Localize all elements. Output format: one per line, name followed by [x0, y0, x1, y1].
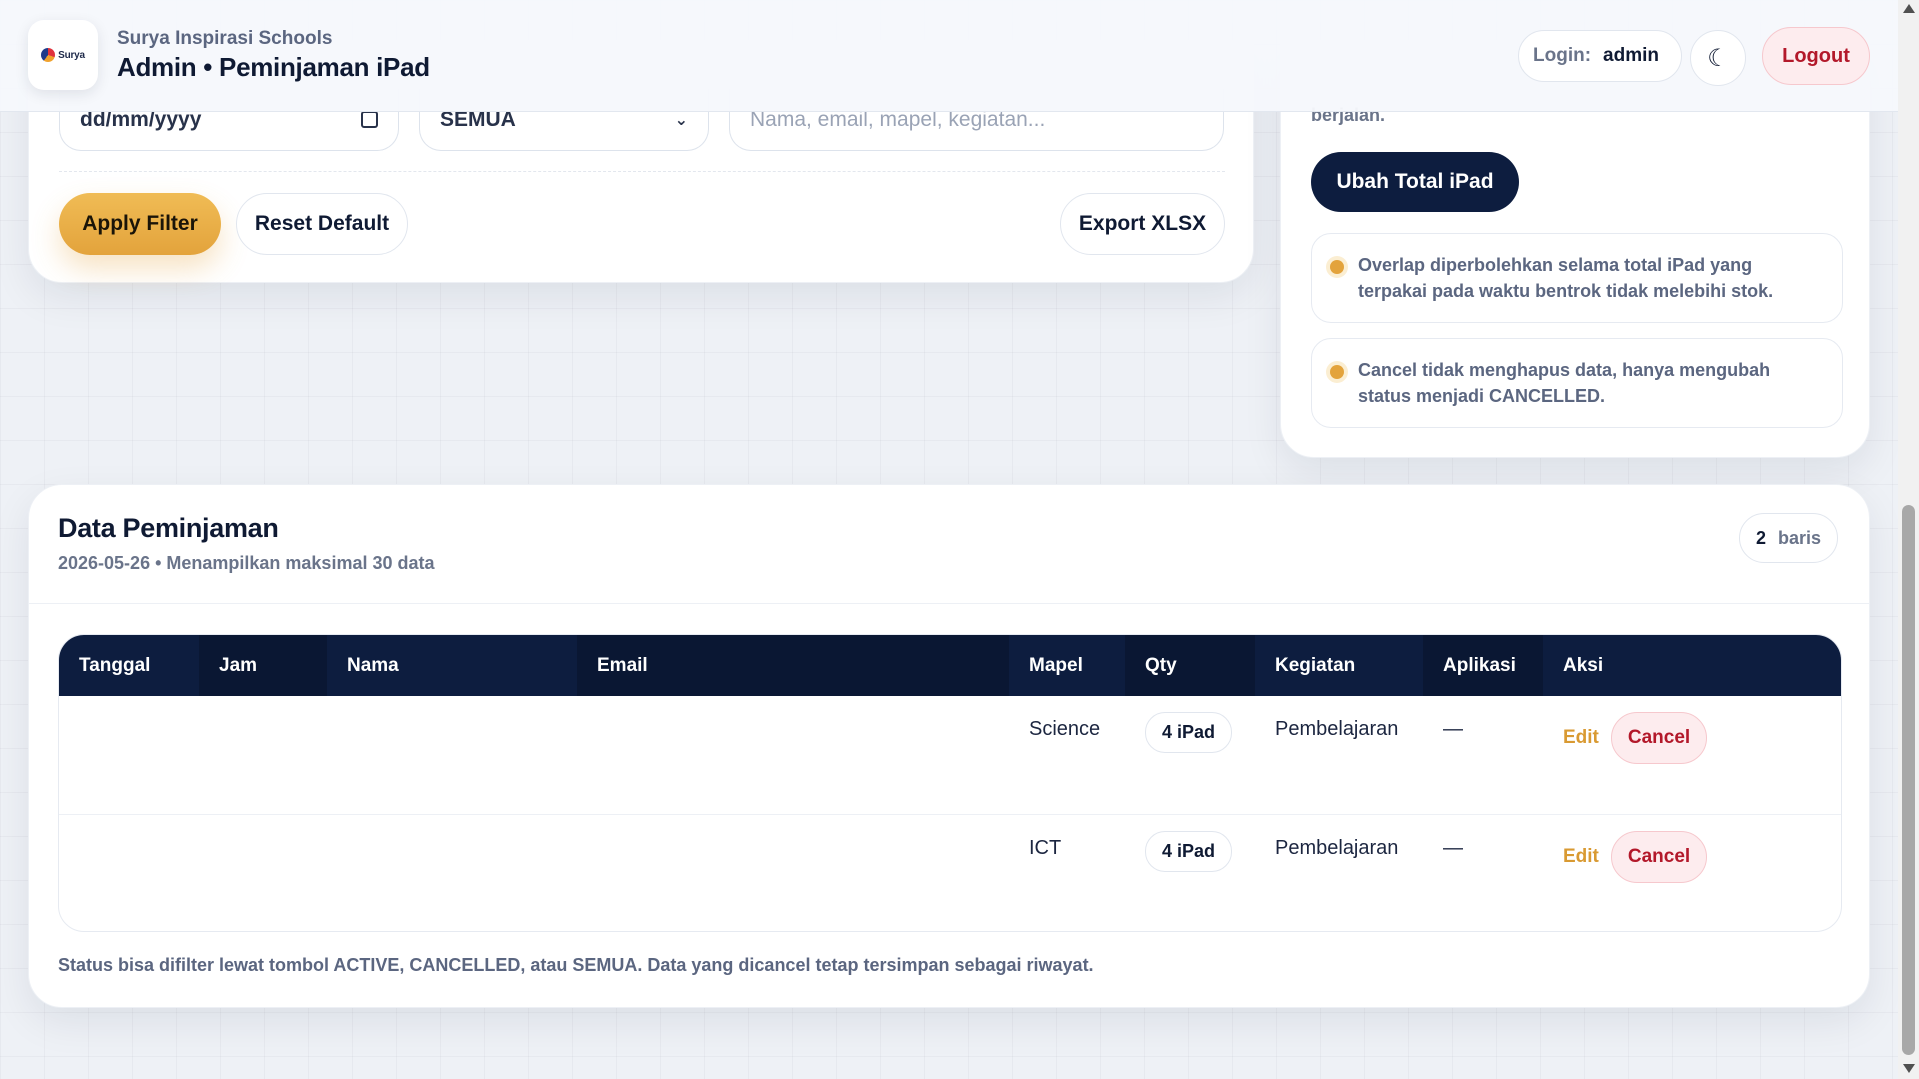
col-aplikasi[interactable]: Aplikasi	[1423, 635, 1543, 696]
cell-qty: 4 iPad	[1125, 696, 1255, 814]
col-aksi: Aksi	[1543, 635, 1841, 696]
row-count-number: 2	[1756, 527, 1767, 548]
login-user: admin	[1603, 45, 1659, 66]
login-label: Login:	[1533, 45, 1592, 66]
scrollbar-thumb[interactable]	[1902, 505, 1915, 1055]
apply-filter-button[interactable]: Apply Filter	[59, 193, 221, 255]
school-name: Surya Inspirasi Schools	[117, 28, 333, 49]
edit-link[interactable]: Edit	[1563, 727, 1599, 749]
table-row: Science 4 iPad Pembelajaran — Edit Cance…	[59, 696, 1841, 814]
cell-mapel: ICT	[1029, 836, 1062, 859]
col-tanggal[interactable]: Tanggal	[59, 635, 199, 696]
logout-button[interactable]: Logout	[1762, 27, 1870, 85]
cell-tanggal	[59, 814, 199, 931]
cell-aksi: Edit Cancel	[1543, 696, 1841, 814]
cell-mapel: Science	[1029, 718, 1101, 740]
cancel-button[interactable]: Cancel	[1610, 712, 1708, 764]
logo-symbol-icon	[41, 48, 56, 62]
qty-badge: 4 iPad	[1145, 712, 1233, 753]
note-overlap-text: Overlap diperbolehkan selama total iPad …	[1358, 255, 1774, 301]
cell-tanggal	[59, 696, 199, 814]
bullet-dot-icon	[1330, 260, 1344, 274]
data-title: Data Peminjaman	[58, 513, 279, 543]
cell-jam	[199, 696, 327, 814]
page-title: Admin • Peminjaman iPad	[117, 52, 430, 82]
row-count-badge: 2 baris	[1739, 513, 1839, 563]
page-viewport: dd/mm/yyyy SEMUA ⌄ Nama, email, mapel, k…	[0, 0, 1898, 1079]
school-logo[interactable]: Surya	[28, 20, 98, 90]
data-subtitle: 2026-05-26 • Menampilkan maksimal 30 dat…	[58, 553, 435, 573]
cell-aplikasi: —	[1443, 836, 1463, 859]
bullet-dot-icon	[1330, 365, 1344, 379]
calendar-icon[interactable]	[361, 111, 378, 128]
chevron-down-icon: ⌄	[674, 111, 688, 129]
cell-email	[577, 696, 1009, 814]
scroll-down-arrow-icon[interactable]	[1903, 1064, 1915, 1073]
col-nama[interactable]: Nama	[327, 635, 577, 696]
col-jam[interactable]: Jam	[199, 635, 327, 696]
reset-default-button[interactable]: Reset Default	[236, 193, 408, 255]
note-cancel-text: Cancel tidak menghapus data, hanya mengu…	[1358, 360, 1771, 406]
moon-icon: ☾	[1707, 44, 1729, 72]
app-header: Surya Surya Inspirasi Schools Admin • Pe…	[0, 0, 1898, 112]
table-row: ICT 4 iPad Pembelajaran — Edit Cancel	[59, 814, 1841, 931]
note-overlap: Overlap diperbolehkan selama total iPad …	[1311, 233, 1843, 323]
cell-aplikasi: —	[1443, 718, 1463, 740]
table-header-row: Tanggal Jam Nama Email Mapel Qty Kegiata…	[59, 635, 1841, 696]
filter-divider	[59, 171, 1225, 172]
cell-jam	[199, 814, 327, 931]
logo-text: Surya	[58, 49, 85, 61]
cell-nama	[327, 814, 577, 931]
ubah-total-ipad-button[interactable]: Ubah Total iPad	[1311, 152, 1519, 212]
data-divider	[29, 603, 1869, 604]
edit-link[interactable]: Edit	[1563, 846, 1599, 868]
loans-table: Tanggal Jam Nama Email Mapel Qty Kegiata…	[58, 634, 1842, 932]
note-cancel: Cancel tidak menghapus data, hanya mengu…	[1311, 338, 1843, 428]
status-footnote: Status bisa difilter lewat tombol ACTIVE…	[58, 955, 1094, 975]
col-kegiatan[interactable]: Kegiatan	[1255, 635, 1423, 696]
page-scrollbar[interactable]	[1898, 0, 1919, 1079]
cell-qty: 4 iPad	[1125, 814, 1255, 931]
col-qty[interactable]: Qty	[1125, 635, 1255, 696]
cell-email	[577, 814, 1009, 931]
cell-aksi: Edit Cancel	[1543, 814, 1841, 931]
col-mapel[interactable]: Mapel	[1009, 635, 1125, 696]
row-count-label: baris	[1778, 527, 1822, 548]
qty-badge: 4 iPad	[1145, 830, 1233, 872]
cell-kegiatan: Pembelajaran	[1275, 718, 1399, 740]
cancel-button[interactable]: Cancel	[1610, 830, 1708, 883]
data-card: Data Peminjaman 2026-05-26 • Menampilkan…	[28, 484, 1870, 1008]
login-badge: Login: admin	[1518, 30, 1682, 82]
theme-toggle-button[interactable]: ☾	[1690, 30, 1746, 86]
export-xlsx-button[interactable]: Export XLSX	[1060, 193, 1225, 255]
cell-kegiatan: Pembelajaran	[1275, 836, 1399, 859]
cell-nama	[327, 696, 577, 814]
scroll-up-arrow-icon[interactable]	[1903, 4, 1915, 13]
col-email[interactable]: Email	[577, 635, 1009, 696]
